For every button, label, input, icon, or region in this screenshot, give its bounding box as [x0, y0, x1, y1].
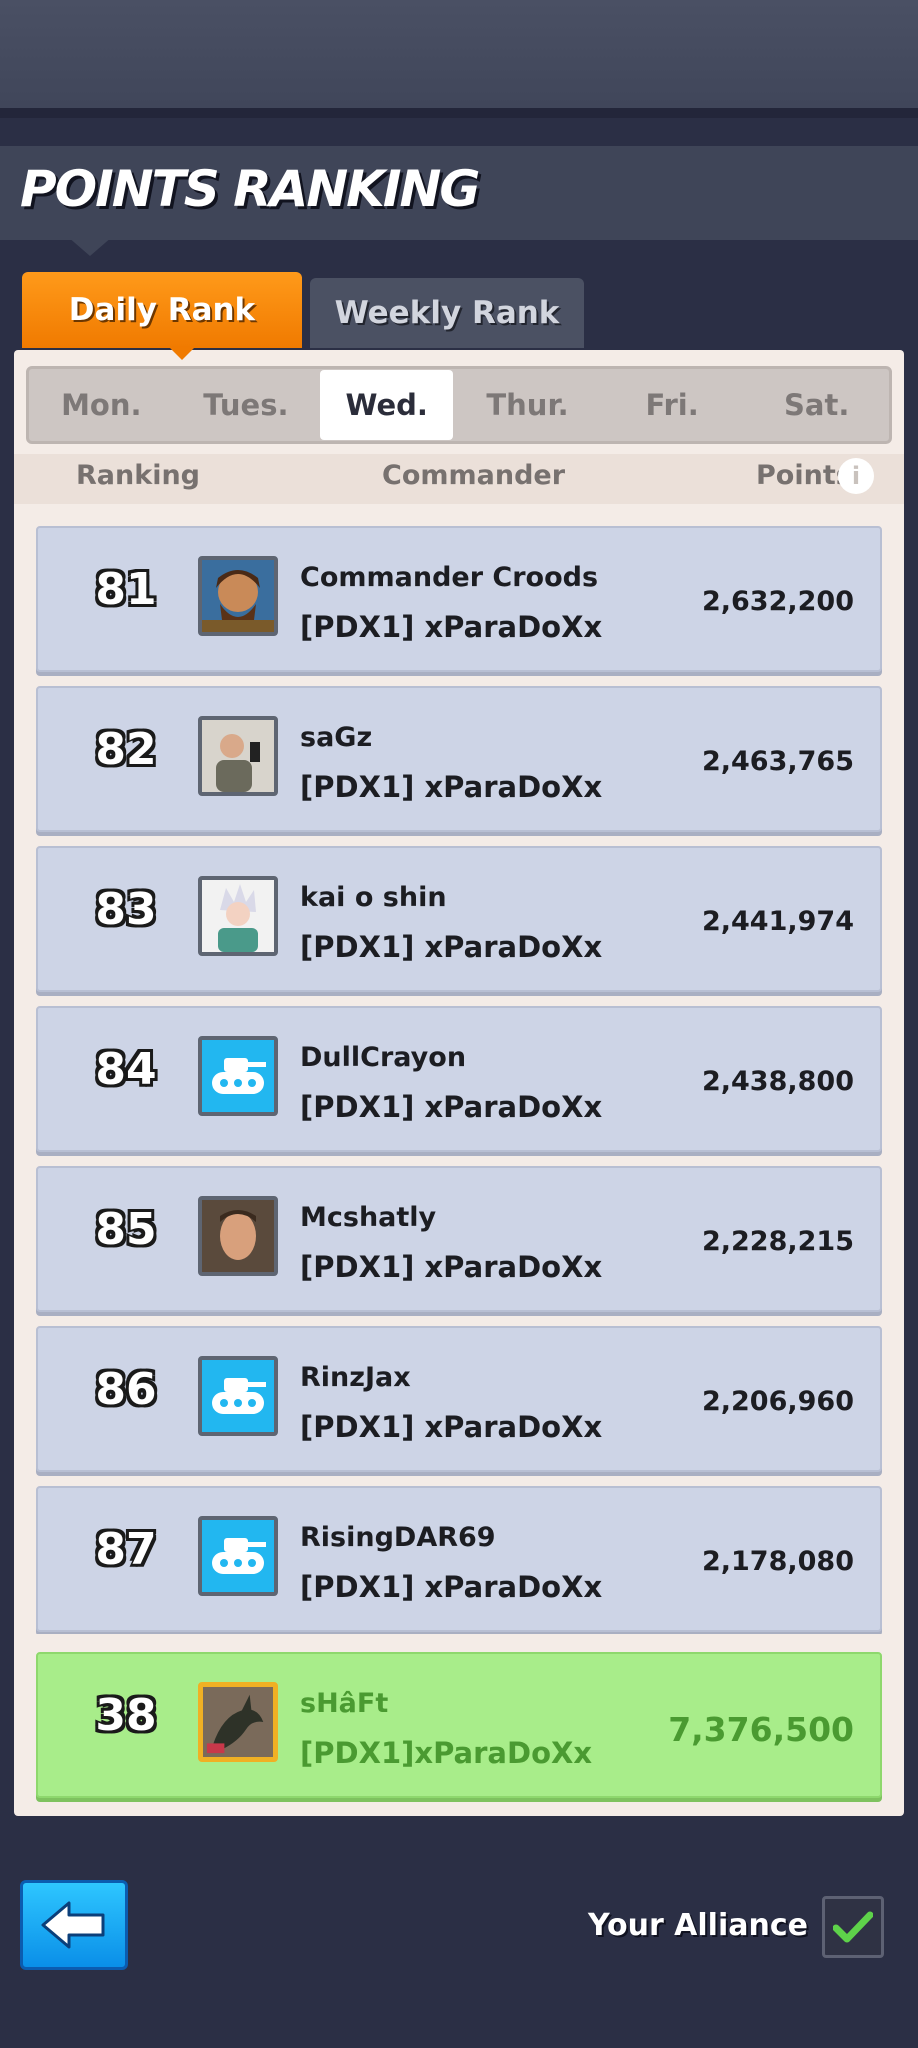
ranking-list[interactable]: 81 Commander Croods [PDX1] xParaDoXx 2,6…: [14, 506, 904, 1634]
rank-number: 82: [95, 724, 157, 775]
day-tab-tue[interactable]: Tues.: [174, 369, 319, 441]
table-row[interactable]: 87 RisingDAR69 [PDX1] xParaDoXx 2,178,08…: [36, 1486, 882, 1632]
table-row[interactable]: 81 Commander Croods [PDX1] xParaDoXx 2,6…: [36, 526, 882, 672]
commander-name: RinzJax: [300, 1362, 411, 1393]
checkmark-icon: [833, 1911, 873, 1943]
man-portrait-avatar[interactable]: [198, 1196, 278, 1276]
title-notch: [60, 230, 120, 256]
column-headers: Ranking Commander Points: [14, 454, 904, 504]
day-tab-thu[interactable]: Thur.: [455, 369, 600, 441]
info-icon[interactable]: i: [838, 458, 874, 494]
table-row[interactable]: 85 Mcshatly [PDX1] xParaDoXx 2,228,215: [36, 1166, 882, 1312]
points-value: 2,178,080: [701, 1546, 854, 1577]
back-arrow-icon: [41, 1901, 105, 1949]
dragon-portrait-avatar[interactable]: [198, 1682, 278, 1762]
rank-number: 84: [95, 1044, 157, 1095]
points-value: 2,463,765: [701, 746, 854, 777]
alliance-tag: [PDX1] xParaDoXx: [300, 770, 603, 804]
top-bar: [0, 0, 918, 118]
alliance-tag: [PDX1] xParaDoXx: [300, 1570, 603, 1604]
commander-name: kai o shin: [300, 882, 447, 913]
day-selector: Mon. Tues. Wed. Thur. Fri. Sat.: [26, 366, 892, 444]
anime-character-portrait-avatar[interactable]: [198, 876, 278, 956]
my-rank-row[interactable]: 38 sHâFt [PDX1]xParaDoXx 7,376,500: [36, 1652, 882, 1798]
alliance-tag: [PDX1] xParaDoXx: [300, 1090, 603, 1124]
table-row[interactable]: 82 saGz [PDX1] xParaDoXx 2,463,765: [36, 686, 882, 832]
alliance-tag: [PDX1]xParaDoXx: [300, 1736, 593, 1770]
rank-number: 87: [95, 1524, 157, 1575]
croods-portrait-avatar[interactable]: [198, 556, 278, 636]
day-tab-fri[interactable]: Fri.: [600, 369, 745, 441]
day-tab-mon[interactable]: Mon.: [29, 369, 174, 441]
tank-icon[interactable]: [198, 1036, 278, 1116]
table-row[interactable]: 83 kai o shin [PDX1] xParaDoXx 2,441,974: [36, 846, 882, 992]
points-value: 2,438,800: [701, 1066, 854, 1097]
tank-icon[interactable]: [198, 1356, 278, 1436]
day-tab-sat[interactable]: Sat.: [744, 369, 889, 441]
alliance-tag: [PDX1] xParaDoXx: [300, 1410, 603, 1444]
your-alliance-checkbox[interactable]: [822, 1896, 884, 1958]
rank-number: 85: [95, 1204, 157, 1255]
points-value: 7,376,500: [668, 1710, 854, 1749]
back-button[interactable]: [20, 1880, 128, 1970]
rank-number: 38: [95, 1690, 157, 1741]
your-alliance-label: Your Alliance: [588, 1908, 808, 1943]
table-row[interactable]: 84 DullCrayon [PDX1] xParaDoXx 2,438,800: [36, 1006, 882, 1152]
commander-name: RisingDAR69: [300, 1522, 496, 1553]
commander-name: sHâFt: [300, 1688, 389, 1719]
header-commander: Commander: [382, 460, 566, 491]
table-row[interactable]: 86 RinzJax [PDX1] xParaDoXx 2,206,960: [36, 1326, 882, 1472]
alliance-tag: [PDX1] xParaDoXx: [300, 610, 603, 644]
rank-number: 81: [95, 564, 157, 615]
commander-name: DullCrayon: [300, 1042, 467, 1073]
alliance-tag: [PDX1] xParaDoXx: [300, 1250, 603, 1284]
points-value: 2,441,974: [701, 906, 854, 937]
rank-number: 86: [95, 1364, 157, 1415]
commander-name: Commander Croods: [300, 562, 599, 593]
points-value: 2,632,200: [701, 586, 854, 617]
tank-icon[interactable]: [198, 1516, 278, 1596]
header-ranking: Ranking: [76, 460, 200, 491]
commander-name: saGz: [300, 722, 373, 753]
day-tab-wed[interactable]: Wed.: [320, 370, 454, 440]
tab-daily-rank[interactable]: Daily Rank: [22, 272, 302, 360]
points-value: 2,228,215: [701, 1226, 854, 1257]
rank-number: 83: [95, 884, 157, 935]
commander-name: Mcshatly: [300, 1202, 437, 1233]
tab-weekly-rank[interactable]: Weekly Rank: [310, 278, 584, 348]
page-title: POINTS RANKING: [20, 160, 480, 218]
alliance-tag: [PDX1] xParaDoXx: [300, 930, 603, 964]
man-selfie-portrait-avatar[interactable]: [198, 716, 278, 796]
points-value: 2,206,960: [701, 1386, 854, 1417]
